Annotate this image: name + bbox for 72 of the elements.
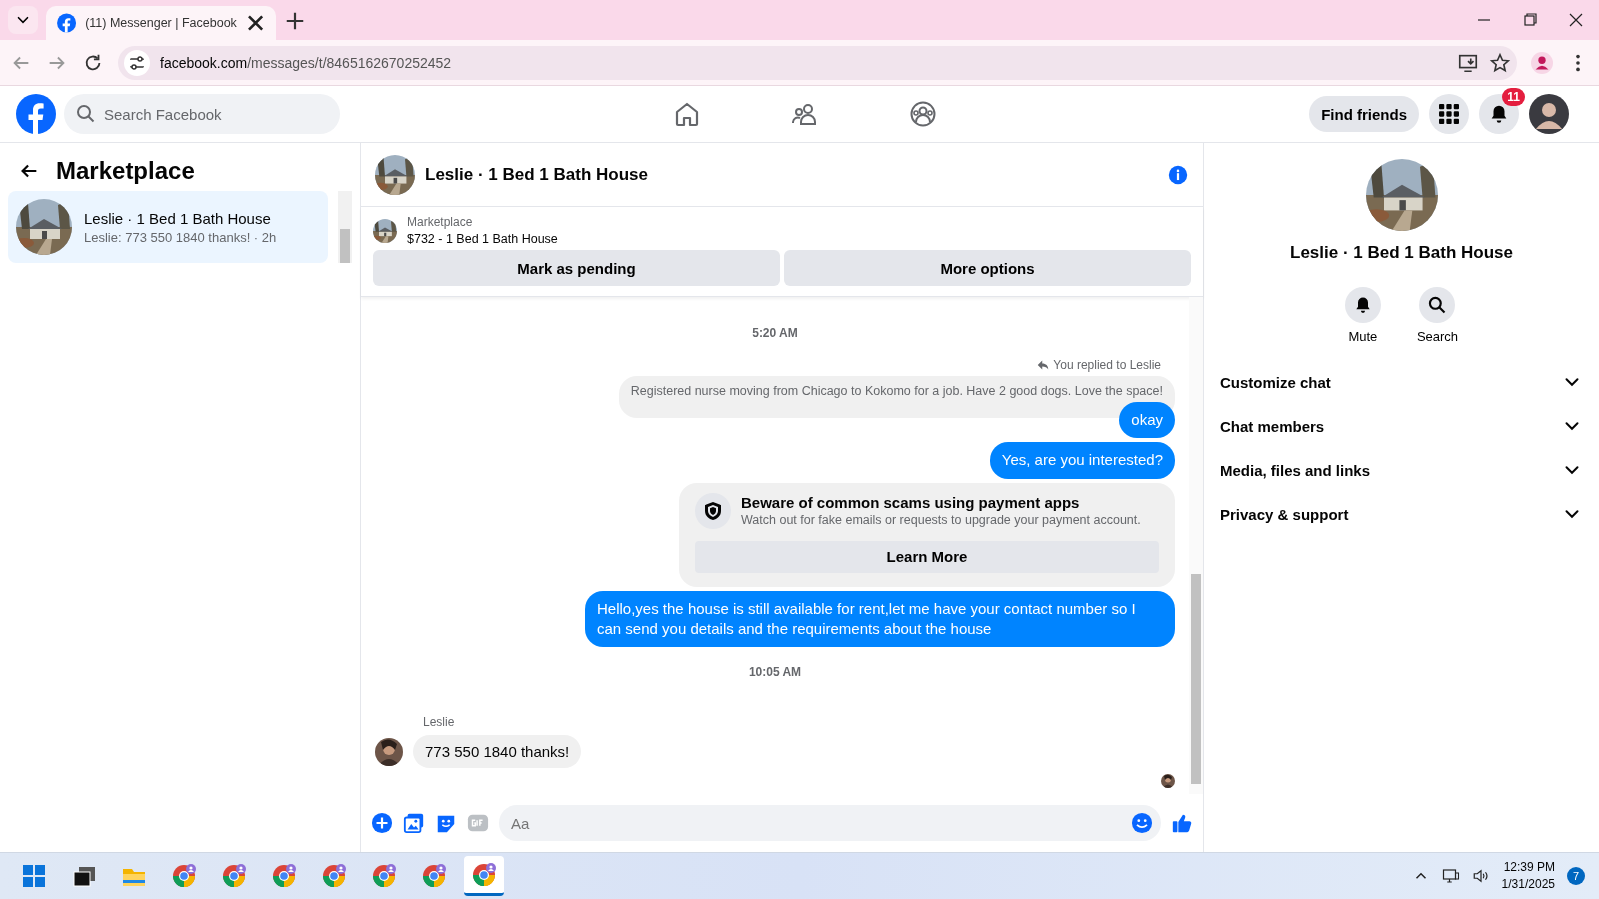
browser-icon	[171, 863, 197, 889]
browser-icon	[221, 863, 247, 889]
browser-icon	[471, 861, 497, 888]
url-text: facebook.com/messages/t/8465162670252452	[160, 54, 453, 71]
site-settings-icon[interactable]	[124, 49, 150, 76]
clock-time: 12:39 PM	[1502, 859, 1555, 876]
scrollbar[interactable]	[1189, 297, 1203, 794]
grid-icon	[1439, 104, 1459, 124]
search-icon	[1427, 295, 1448, 315]
section-header[interactable]: Customize chat	[1216, 360, 1587, 404]
tab-list-button[interactable]	[8, 6, 38, 34]
menu-button[interactable]	[1429, 94, 1469, 134]
star-icon[interactable]	[1489, 51, 1511, 74]
warning-text: Watch out for fake emails or requests to upgrade your payment account.	[741, 513, 1141, 527]
section-header[interactable]: Media, files and links	[1216, 448, 1587, 492]
reply-icon	[1037, 359, 1050, 371]
action-button[interactable]: More options	[784, 250, 1191, 286]
network-icon[interactable]	[1441, 867, 1460, 885]
address-bar[interactable]: facebook.com/messages/t/8465162670252452	[118, 45, 1517, 80]
browser-tab[interactable]: (11) Messenger | Facebook	[46, 6, 276, 40]
section-header[interactable]: Chat members	[1216, 404, 1587, 448]
contact-name: Leslie · 1 Bed 1 Bath House	[1290, 243, 1513, 263]
chat-title: Leslie · 1 Bed 1 Bath House	[425, 164, 649, 185]
find-friends-button[interactable]: Find friends	[1309, 96, 1419, 132]
notifications-button[interactable]	[1479, 94, 1519, 134]
browser-icon	[371, 863, 397, 889]
timestamp: 5:20 AM	[752, 325, 798, 342]
windows-icon	[21, 863, 47, 889]
photo-icon[interactable]	[403, 812, 425, 834]
avatar-icon[interactable]	[1529, 94, 1569, 134]
scrollbar[interactable]	[338, 191, 352, 263]
notification-badge: 11	[1502, 88, 1525, 106]
learn-more-button[interactable]: Learn More	[695, 540, 1159, 573]
conversation-name: Leslie · 1 Bed 1 Bath House	[84, 209, 272, 227]
action-button[interactable]: Mark as pending	[373, 250, 780, 286]
conversation-item[interactable]: Leslie · 1 Bed 1 Bath House Leslie: 773 550 1840 thanks! · 2h	[8, 191, 328, 263]
timestamp: 10:05 AM	[748, 664, 802, 681]
browser-icon	[321, 863, 347, 889]
clock-date: 1/31/2025	[1501, 876, 1555, 893]
search-icon	[76, 104, 96, 124]
outgoing-message: Hello,yes the house is still available for rent,let me have your contact number so I can send you details and the requirements about the house	[585, 590, 1175, 647]
notification-badge[interactable]: 7	[1567, 867, 1585, 885]
outgoing-message: Yes, are you interested?	[989, 442, 1175, 479]
browser-icon	[421, 863, 447, 889]
warning-title: Beware of common scams using payment apps	[741, 494, 1081, 511]
message-field[interactable]: Aa	[499, 805, 1161, 841]
sidebar-title: Marketplace	[56, 157, 195, 185]
tab-title: (11) Messenger | Facebook	[85, 16, 237, 30]
facebook-logo-icon[interactable]	[16, 94, 56, 134]
emoji-icon[interactable]	[1131, 812, 1153, 834]
facebook-icon	[56, 12, 78, 34]
sender-name: Leslie	[423, 715, 456, 729]
section-header[interactable]: Privacy & support	[1216, 492, 1587, 536]
volume-icon[interactable]	[1471, 867, 1490, 885]
new-tab-icon[interactable]	[284, 10, 306, 32]
info-icon[interactable]	[1167, 163, 1189, 186]
section-title: Chat members	[1220, 417, 1325, 435]
groups-icon[interactable]	[908, 100, 937, 128]
conversation-preview: Leslie: 773 550 1840 thanks! · 2h	[84, 229, 277, 245]
search-field[interactable]: Search Facebook	[64, 94, 340, 134]
listing-source: Marketplace	[407, 215, 474, 229]
shield-icon	[695, 492, 731, 529]
reply-note: You replied to Leslie	[1053, 358, 1161, 372]
section-title: Media, files and links	[1220, 461, 1371, 479]
plus-icon[interactable]	[371, 812, 393, 834]
listing-title: $732 - 1 Bed 1 Bath House	[407, 232, 558, 246]
incoming-message: 773 550 1840 thanks!	[413, 735, 582, 768]
section-title: Privacy & support	[1220, 505, 1349, 523]
section-title: Customize chat	[1220, 373, 1331, 391]
thumbs-up-icon[interactable]	[1171, 812, 1193, 834]
profile-icon[interactable]	[1531, 51, 1553, 74]
browser-icon	[271, 863, 297, 889]
